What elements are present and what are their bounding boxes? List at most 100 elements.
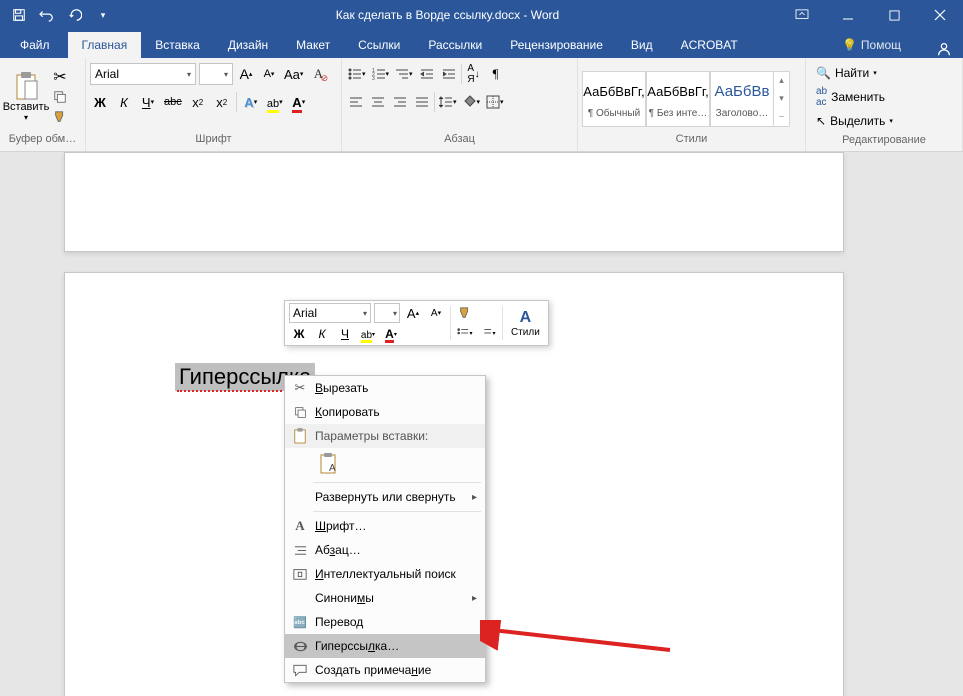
multilevel-button[interactable]: ▾ [393,63,415,85]
cm-cut[interactable]: ✂Вырезать [285,376,485,400]
translate-icon: 🔤 [291,613,309,631]
tab-file[interactable]: Файл [2,32,68,58]
svg-text:A: A [329,463,336,474]
copy-button[interactable] [50,88,70,106]
mini-bullets[interactable]: ▾ [455,324,475,342]
mini-font-name[interactable]: Arial▾ [289,303,371,323]
select-button[interactable]: ↖Выделить ▾ [814,110,895,132]
align-justify-button[interactable] [412,91,432,113]
cm-new-comment[interactable]: Создать примечание [285,658,485,682]
font-name-box[interactable]: Arial▾ [90,63,196,85]
cm-paragraph[interactable]: Абзац… [285,538,485,562]
subscript-button[interactable]: x2 [188,91,208,113]
tab-design[interactable]: Дизайн [214,32,282,58]
bullets-button[interactable]: ▾ [346,63,368,85]
close-button[interactable] [917,0,963,30]
styles-gallery-more[interactable]: ▴▾⎯ [774,71,790,127]
cut-button[interactable]: ✂ [50,68,70,86]
shrink-font-button[interactable]: A▾ [259,63,279,85]
window-title: Как сделать в Ворде ссылку.docx - Word [116,8,779,22]
tab-acrobat[interactable]: ACROBAT [667,32,752,58]
ribbon-tabs: Файл Главная Вставка Дизайн Макет Ссылки… [0,30,963,58]
tab-home[interactable]: Главная [68,32,142,58]
increase-indent-button[interactable] [439,63,459,85]
hyperlink-icon [291,637,309,655]
text-effects-button[interactable]: A ▾ [241,91,261,113]
strikethrough-button[interactable]: abc [162,91,184,113]
undo-button[interactable] [34,2,60,28]
font-size-box[interactable]: ▾ [199,63,233,85]
mini-format-painter[interactable] [455,304,475,322]
save-button[interactable] [6,2,32,28]
paste-keep-source[interactable]: A [315,451,343,477]
cm-font[interactable]: AШрифт… [285,514,485,538]
mini-underline[interactable]: Ч [335,325,355,343]
underline-button[interactable]: Ч ▾ [138,91,158,113]
superscript-button[interactable]: x2 [212,91,232,113]
group-label-editing: Редактирование [810,134,958,149]
show-marks-button[interactable]: ¶ [486,63,506,85]
mini-bold[interactable]: Ж [289,325,309,343]
tab-insert[interactable]: Вставка [141,32,214,58]
italic-button[interactable]: К [114,91,134,113]
svg-text:3: 3 [372,76,375,81]
bold-button[interactable]: Ж [90,91,110,113]
format-painter-button[interactable] [50,108,70,126]
cm-smart-lookup[interactable]: Интеллектуальный поиск [285,562,485,586]
change-case-button[interactable]: Aa ▾ [282,63,305,85]
qat-customize[interactable]: ▾ [90,2,116,28]
mini-italic[interactable]: К [312,325,332,343]
minimize-button[interactable] [825,0,871,30]
font-color-button[interactable]: A ▾ [289,91,309,113]
maximize-button[interactable] [871,0,917,30]
clear-formatting-button[interactable]: A⊘ [308,63,328,85]
tab-review[interactable]: Рецензирование [496,32,617,58]
tab-references[interactable]: Ссылки [344,32,414,58]
ribbon-options-button[interactable] [779,0,825,30]
group-label-paragraph: Абзац [346,133,573,149]
style-heading1[interactable]: АаБбВвЗаголово… [710,71,774,127]
redo-button[interactable] [62,2,88,28]
style-normal[interactable]: АаБбВвГг,¶ Обычный [582,71,646,127]
comment-icon [291,661,309,679]
numbering-button[interactable]: 123▾ [370,63,392,85]
paste-button[interactable]: Вставить ▾ [4,62,48,132]
borders-button[interactable]: ▾ [484,91,506,113]
mini-font-size[interactable]: ▾ [374,303,400,323]
share-button[interactable] [935,40,953,58]
grow-font-button[interactable]: A▴ [236,63,256,85]
decrease-indent-button[interactable] [417,63,437,85]
replace-icon: abac [816,86,827,108]
align-left-button[interactable] [346,91,366,113]
cm-synonyms[interactable]: Синонимы▸ [285,586,485,610]
tab-layout[interactable]: Макет [282,32,344,58]
align-center-button[interactable] [368,91,388,113]
group-paragraph: ▾ 123▾ ▾ AЯ↓ ¶ ▾ ▾ ▾ Абзац [342,58,578,151]
shading-button[interactable]: ▾ [461,91,483,113]
highlight-button[interactable]: ab ▾ [265,91,285,113]
mini-shrink-font[interactable]: A▾ [426,304,446,322]
align-right-button[interactable] [390,91,410,113]
tab-mailings[interactable]: Рассылки [414,32,496,58]
mini-numbering[interactable]: ▾ [478,324,498,342]
find-button[interactable]: 🔍Найти ▾ [814,62,895,84]
sort-button[interactable]: AЯ↓ [464,63,484,85]
lightbulb-icon: 💡 [842,38,857,52]
mini-grow-font[interactable]: A▴ [403,304,423,322]
mini-toolbar: Arial▾ ▾ A▴ A▾ Ж К Ч ab▾ A▾ ▾ ▾ A Стили [284,300,549,346]
tab-view[interactable]: Вид [617,32,667,58]
style-no-spacing[interactable]: АаБбВвГг,¶ Без инте… [646,71,710,127]
replace-button[interactable]: abacЗаменить [814,86,895,108]
mini-font-color[interactable]: A▾ [381,325,401,343]
font-icon: A [291,517,309,535]
cm-hyperlink[interactable]: Гиперссылка… [285,634,485,658]
copy-icon [291,403,309,421]
cm-expand-collapse[interactable]: Развернуть или свернуть▸ [285,485,485,509]
mini-styles-button[interactable]: A Стили [507,309,544,338]
cm-paste-options: A [285,448,485,480]
cm-translate[interactable]: 🔤Перевод [285,610,485,634]
cm-copy[interactable]: Копировать [285,400,485,424]
mini-highlight[interactable]: ab▾ [358,325,378,343]
tab-tell-me[interactable]: 💡 Помощ [828,32,915,58]
line-spacing-button[interactable]: ▾ [437,91,459,113]
